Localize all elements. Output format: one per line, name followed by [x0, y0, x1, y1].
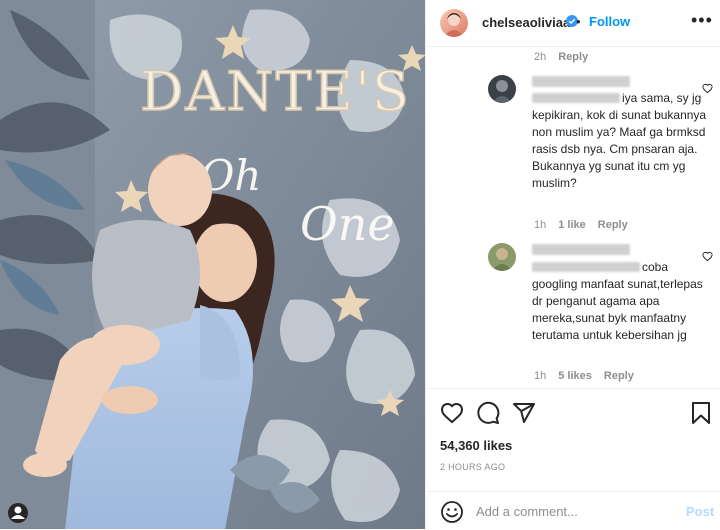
comment-likes[interactable]: 5 likes	[558, 370, 592, 382]
comment-likes[interactable]: 1 like	[558, 219, 586, 231]
reply-button[interactable]: Reply	[558, 51, 588, 63]
emoji-icon[interactable]	[440, 500, 464, 524]
heart-icon[interactable]	[440, 401, 464, 425]
follow-button[interactable]: Follow	[589, 14, 630, 29]
prev-comment-meta: 2h Reply	[534, 51, 588, 63]
reply-button[interactable]: Reply	[598, 219, 628, 231]
commenter-avatar[interactable]	[488, 243, 516, 271]
redacted-username	[532, 76, 630, 87]
reply-button[interactable]: Reply	[604, 370, 634, 382]
save-icon[interactable]	[690, 401, 712, 425]
post-header: chelseaoliviaa • Follow •••	[426, 0, 720, 47]
username-link[interactable]: chelseaoliviaa	[482, 15, 570, 30]
svg-text:One: One	[300, 197, 395, 251]
separator-dot: •	[576, 14, 581, 29]
comment-text: iya sama, sy jg kepikiran, kok di sunat …	[532, 91, 707, 190]
comment-meta: 1h 5 likes Reply	[534, 370, 634, 382]
comment-time: 1h	[534, 370, 547, 382]
comment-icon[interactable]	[476, 401, 500, 425]
comment-like-icon[interactable]	[702, 251, 713, 262]
comment-meta: 1h 1 like Reply	[534, 219, 628, 231]
action-bar	[426, 388, 720, 424]
post-photo[interactable]: DANTE'S Oh One	[0, 0, 425, 529]
redacted-username	[532, 244, 630, 255]
post-comment-button[interactable]: Post	[686, 504, 714, 519]
post-image: DANTE'S Oh One	[0, 0, 425, 529]
post-time[interactable]: 2 HOURS AGO	[440, 462, 505, 472]
comment-input[interactable]: Add a comment...	[476, 504, 578, 519]
avatar[interactable]	[440, 9, 468, 37]
comment-text: coba googling manfaat sunat,terlepas dr …	[532, 260, 703, 342]
likes-count[interactable]: 54,360 likes	[440, 438, 512, 453]
comment-time: 1h	[534, 219, 547, 231]
share-icon[interactable]	[512, 401, 536, 425]
comment-like-icon[interactable]	[702, 83, 713, 94]
add-comment-bar: Add a comment... Post	[426, 491, 720, 530]
comment-time: 2h	[534, 51, 547, 63]
more-icon[interactable]: •••	[691, 10, 713, 31]
neon-sign-text: DANTE'S	[140, 60, 411, 123]
commenter-avatar[interactable]	[488, 75, 516, 103]
post-panel: chelseaoliviaa • Follow ••• 2h Reply iya …	[425, 0, 720, 529]
